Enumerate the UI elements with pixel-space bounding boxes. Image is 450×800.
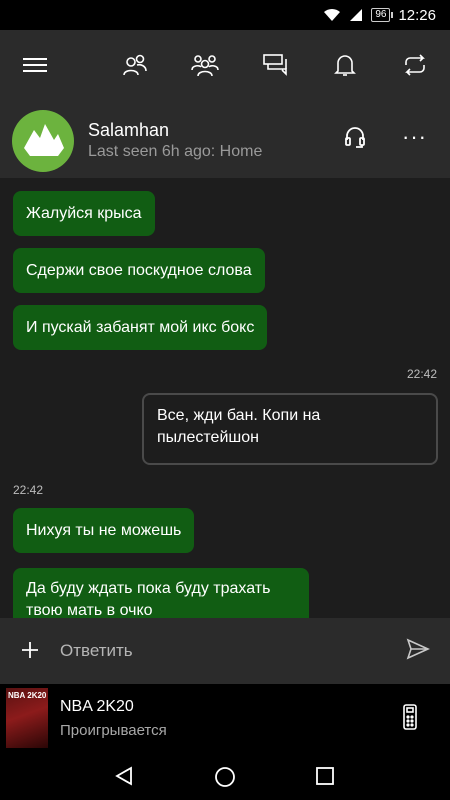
back-icon[interactable]	[114, 766, 134, 791]
sync-icon[interactable]	[401, 51, 429, 79]
system-navigation-bar	[0, 750, 450, 800]
now-playing-title: NBA 2K20	[60, 698, 134, 715]
send-button[interactable]	[406, 638, 430, 665]
headset-icon[interactable]	[344, 126, 366, 155]
home-icon[interactable]	[214, 766, 236, 793]
more-options-button[interactable]: ···	[402, 124, 427, 150]
notifications-icon[interactable]	[331, 51, 359, 79]
message-bubble[interactable]: Да буду ждать пока буду трахать твою мат…	[13, 568, 309, 618]
message-bubble[interactable]: Сдержи свое поскудное слова	[13, 248, 265, 293]
signal-icon	[350, 9, 363, 21]
remote-control-icon[interactable]	[402, 704, 418, 735]
add-attachment-button[interactable]	[18, 638, 42, 662]
message-bubble-outgoing[interactable]: Все, жди бан. Копи на пылестейшон	[142, 393, 438, 465]
message-timestamp: 22:42	[406, 367, 437, 381]
menu-icon[interactable]	[21, 51, 49, 79]
now-playing-bar[interactable]: NBA 2K20 NBA 2K20 Проигрывается	[0, 684, 450, 750]
message-timestamp: 22:42	[13, 483, 44, 497]
message-bubble[interactable]: И пускай забанят мой икс бокс	[13, 305, 268, 350]
top-nav	[0, 30, 450, 100]
party-icon[interactable]	[191, 51, 219, 79]
friends-icon[interactable]	[121, 51, 149, 79]
status-bar: 96 12:26	[0, 0, 450, 30]
conversation-header: Salamhan Last seen 6h ago: Home	[0, 100, 450, 178]
message-composer	[0, 618, 450, 684]
message-bubble[interactable]: Нихуя ты не можешь	[13, 508, 195, 553]
message-text: Нихуя ты не можешь	[26, 521, 182, 539]
message-text: Сдержи свое поскудное слова	[26, 261, 252, 279]
message-text: Все, жди бан. Копи на пылестейшон	[157, 407, 321, 446]
message-text: Жалуйся крыса	[26, 204, 142, 222]
reply-input[interactable]	[60, 638, 360, 664]
message-text: Да буду ждать пока буду трахать твою мат…	[26, 580, 271, 618]
messages-icon[interactable]	[261, 51, 289, 79]
avatar[interactable]	[12, 110, 74, 172]
contact-name[interactable]: Salamhan	[88, 120, 169, 141]
contact-status: Last seen 6h ago: Home	[88, 143, 263, 160]
wifi-icon	[324, 8, 341, 21]
clock: 12:26	[398, 6, 436, 24]
message-bubble[interactable]: Жалуйся крыса	[13, 191, 155, 236]
game-cover-art: NBA 2K20	[6, 688, 48, 748]
message-text: И пускай забанят мой икс бокс	[26, 318, 255, 336]
recents-icon[interactable]	[315, 766, 335, 791]
now-playing-status: Проигрывается	[60, 722, 167, 739]
battery-indicator: 96	[371, 8, 394, 22]
message-list[interactable]: Жалуйся крыса Сдержи свое поскудное слов…	[0, 178, 450, 618]
